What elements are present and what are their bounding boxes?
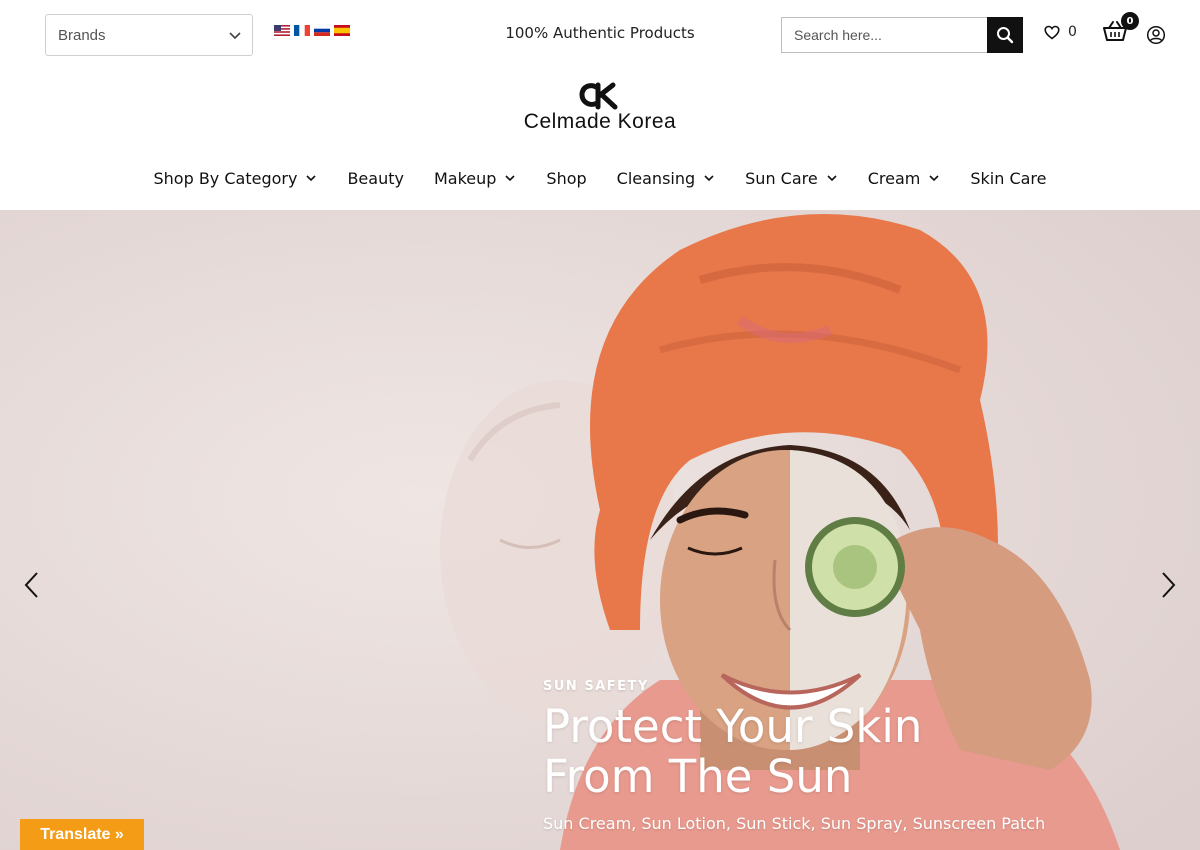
main-nav: Shop By Category Beauty Makeup Shop Clea… [0,160,1200,196]
chevron-down-icon [929,175,939,182]
nav-label: Shop [546,168,587,188]
nav-label: Cream [867,168,921,188]
language-flags [274,25,350,36]
nav-item-shop[interactable]: Shop [531,169,601,188]
site-logo[interactable]: Celmade Korea [500,82,700,142]
hero-headline-line1: Protect Your Skin [543,700,923,753]
search-icon [997,27,1014,44]
chevron-down-icon [505,175,515,182]
previous-slide-arrow-icon[interactable] [22,570,42,600]
next-slide-arrow-icon[interactable] [1158,570,1178,600]
logo-text: Celmade Korea [523,110,677,133]
nav-label: Shop By Category [153,168,298,188]
spanish-flag-icon[interactable] [334,25,350,36]
nav-item-skin-care[interactable]: Skin Care [955,169,1061,188]
wishlist[interactable]: 0 [1044,24,1077,40]
nav-label: Makeup [433,168,497,188]
hero-headline-line2: From The Sun [543,750,853,803]
brands-select[interactable]: Brands [45,14,253,56]
nav-item-cleansing[interactable]: Cleansing [602,169,730,188]
wishlist-count: 0 [1068,24,1077,40]
nav-label: Skin Care [970,168,1047,188]
chevron-down-icon [229,32,241,40]
hero-caption: SUN SAFETY Protect Your Skin From The Su… [543,679,1163,833]
chevron-down-icon [704,175,714,182]
logo-mark-icon [579,82,618,110]
cart-count-badge: 0 [1121,12,1139,30]
nav-label: Beauty [347,168,404,188]
nav-label: Sun Care [745,168,818,188]
nav-item-beauty[interactable]: Beauty [332,169,419,188]
nav-item-makeup[interactable]: Makeup [419,169,531,188]
search-input[interactable] [782,18,988,52]
search-button[interactable] [987,17,1023,53]
tagline: 100% Authentic Products [505,24,695,42]
brands-select-value: Brands [58,26,106,44]
chevron-down-icon [306,175,317,182]
nav-label: Cleansing [616,168,696,188]
search-box [781,17,1023,53]
user-account-icon[interactable] [1146,25,1166,45]
heart-icon [1044,25,1060,39]
hero-slider: SUN SAFETY Protect Your Skin From The Su… [0,210,1200,850]
hero-subline: Sun Cream, Sun Lotion, Sun Stick, Sun Sp… [543,814,1046,833]
nav-item-shop-by-category[interactable]: Shop By Category [138,169,332,188]
nav-item-sun-care[interactable]: Sun Care [730,169,853,188]
hero-eyebrow: SUN SAFETY [543,679,649,694]
russian-flag-icon[interactable] [314,25,330,36]
nav-item-cream[interactable]: Cream [853,169,956,188]
english-flag-icon[interactable] [274,25,290,36]
hero-headline: Protect Your Skin From The Sun [543,702,1163,802]
translate-button[interactable]: Translate » [20,819,144,850]
chevron-down-icon [827,175,837,182]
french-flag-icon[interactable] [294,25,310,36]
top-bar: Brands 100% Authentic Products Search he… [0,0,1200,70]
